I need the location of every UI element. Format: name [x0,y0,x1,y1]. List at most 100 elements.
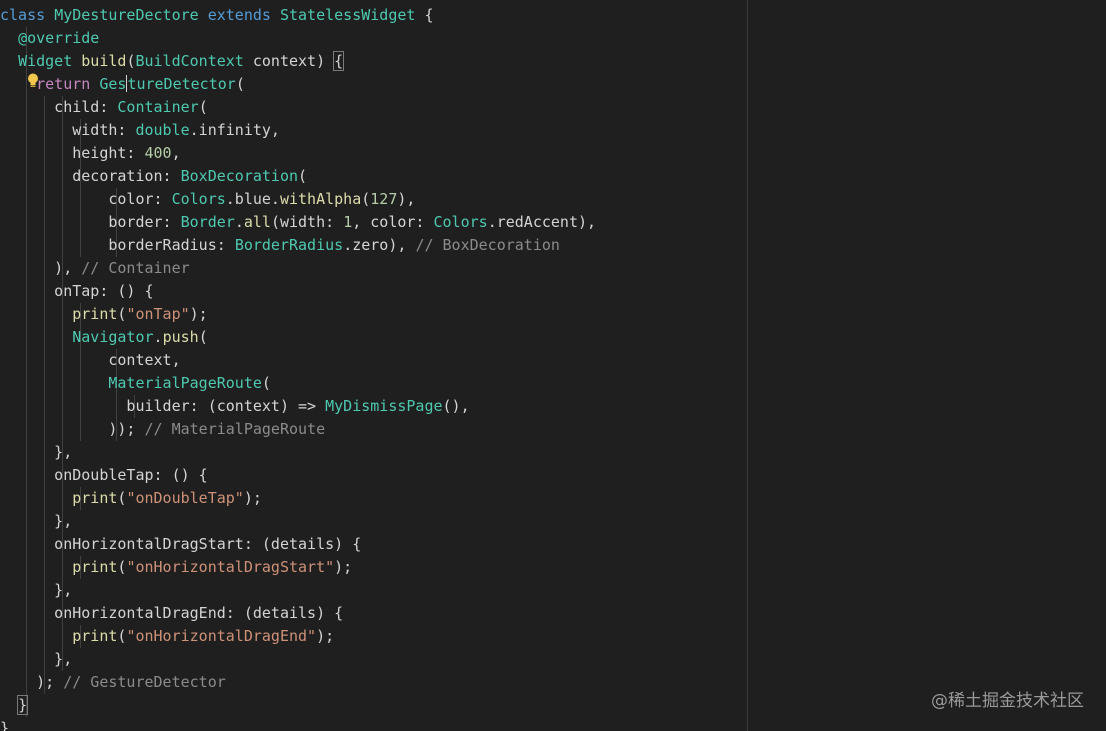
code-line[interactable]: }, [0,648,596,671]
code-line[interactable]: print("onDoubleTap"); [0,487,596,510]
code-content[interactable]: class MyDestureDectore extends Stateless… [0,4,596,731]
code-token: context) [252,52,335,70]
code-line[interactable]: onHorizontalDragStart: (details) { [0,533,596,556]
code-line[interactable]: border: Border.all(width: 1, color: Colo… [0,211,596,234]
code-line[interactable]: ); // GestureDetector [0,671,596,694]
editor-ruler [747,0,748,731]
code-token: tureDetector [127,75,236,93]
code-token: Border [180,213,235,231]
code-line[interactable]: print("onHorizontalDragStart"); [0,556,596,579]
code-token: print [72,558,118,576]
code-token: all [243,213,271,231]
code-line[interactable]: }, [0,579,596,602]
code-line[interactable]: )); // MaterialPageRoute [0,418,596,441]
code-token: color: [0,190,172,208]
code-token: "onHorizontalDragEnd" [126,627,317,645]
code-token: . [234,213,244,231]
code-token: MyDismissPage [325,397,443,415]
code-line[interactable]: Widget build(BuildContext context) { [0,50,596,73]
code-line[interactable]: print("onTap"); [0,303,596,326]
code-token: BoxDecoration [180,167,299,185]
code-line[interactable]: }, [0,441,596,464]
code-line[interactable]: } [0,694,596,717]
code-token: ( [298,167,308,185]
code-line[interactable]: decoration: BoxDecoration( [0,165,596,188]
code-line[interactable]: onHorizontalDragEnd: (details) { [0,602,596,625]
code-line[interactable]: builder: (context) => MyDismissPage(), [0,395,596,418]
code-line[interactable]: child: Container( [0,96,596,119]
code-token: build [81,52,127,70]
code-token: 127 [370,190,398,208]
code-token: double [135,121,190,139]
code-token: print [72,305,118,323]
code-line[interactable]: } [0,717,596,731]
code-token: ( [235,75,245,93]
code-token: // GestureDetector [63,673,226,691]
code-token: onDoubleTap: () { [0,466,208,484]
code-token: Colors [433,213,488,231]
code-token: }, [0,650,73,668]
code-token: StatelessWidget [279,6,425,24]
code-token: , [171,144,181,162]
watermark: @稀土掘金技术社区 [931,691,1084,711]
code-token: builder: (context) => [0,397,326,415]
code-token: "onTap" [126,305,190,323]
code-line[interactable]: MaterialPageRoute( [0,372,596,395]
code-token: ), [0,259,82,277]
code-token: }, [0,512,73,530]
code-token: . [153,328,163,346]
code-token: }, [0,443,73,461]
code-line[interactable]: return GestureDetector( [0,73,596,96]
code-token: decoration: [0,167,181,185]
code-token: // BoxDecoration [415,236,560,254]
code-token: )); [0,420,145,438]
code-line[interactable]: ), // Container [0,257,596,280]
code-token: context, [0,351,181,369]
code-token: { [333,51,345,71]
code-token: onTap: () { [0,282,154,300]
code-token: borderRadius: [0,236,235,254]
code-token: // Container [81,259,190,277]
code-token: push [162,328,199,346]
code-line[interactable]: height: 400, [0,142,596,165]
code-token: class [0,6,55,24]
code-token: BorderRadius [234,236,344,254]
code-line[interactable]: }, [0,510,596,533]
code-token: // MaterialPageRoute [144,420,326,438]
code-line[interactable]: context, [0,349,596,372]
code-token: return [36,75,100,93]
code-token: } [17,695,29,715]
code-token: onHorizontalDragStart: (details) { [0,535,362,553]
code-token: 1 [343,213,353,231]
code-token: child: [0,98,118,116]
code-line[interactable]: Navigator.push( [0,326,596,349]
code-token: ( [198,98,208,116]
code-line[interactable]: onTap: () { [0,280,596,303]
code-token: ( [261,374,271,392]
code-line[interactable]: @override [0,27,596,50]
code-token: .zero), [343,236,416,254]
code-line[interactable]: onDoubleTap: () { [0,464,596,487]
code-line[interactable]: class MyDestureDectore extends Stateless… [0,4,596,27]
code-token: ), [397,190,416,208]
code-editor[interactable]: class MyDestureDectore extends Stateless… [0,0,1106,731]
code-token: ); [334,558,353,576]
code-token: ); [189,305,208,323]
code-token: MaterialPageRoute [108,374,262,392]
code-token: height: [0,144,145,162]
code-token: border: [0,213,181,231]
code-token: @override [18,29,100,47]
code-token: , color: [352,213,434,231]
code-token: }, [0,581,73,599]
code-line[interactable]: color: Colors.blue.withAlpha(127), [0,188,596,211]
code-token: ( [361,190,371,208]
code-line[interactable]: print("onHorizontalDragEnd"); [0,625,596,648]
code-line[interactable]: width: double.infinity, [0,119,596,142]
code-line[interactable]: borderRadius: BorderRadius.zero), // Box… [0,234,596,257]
